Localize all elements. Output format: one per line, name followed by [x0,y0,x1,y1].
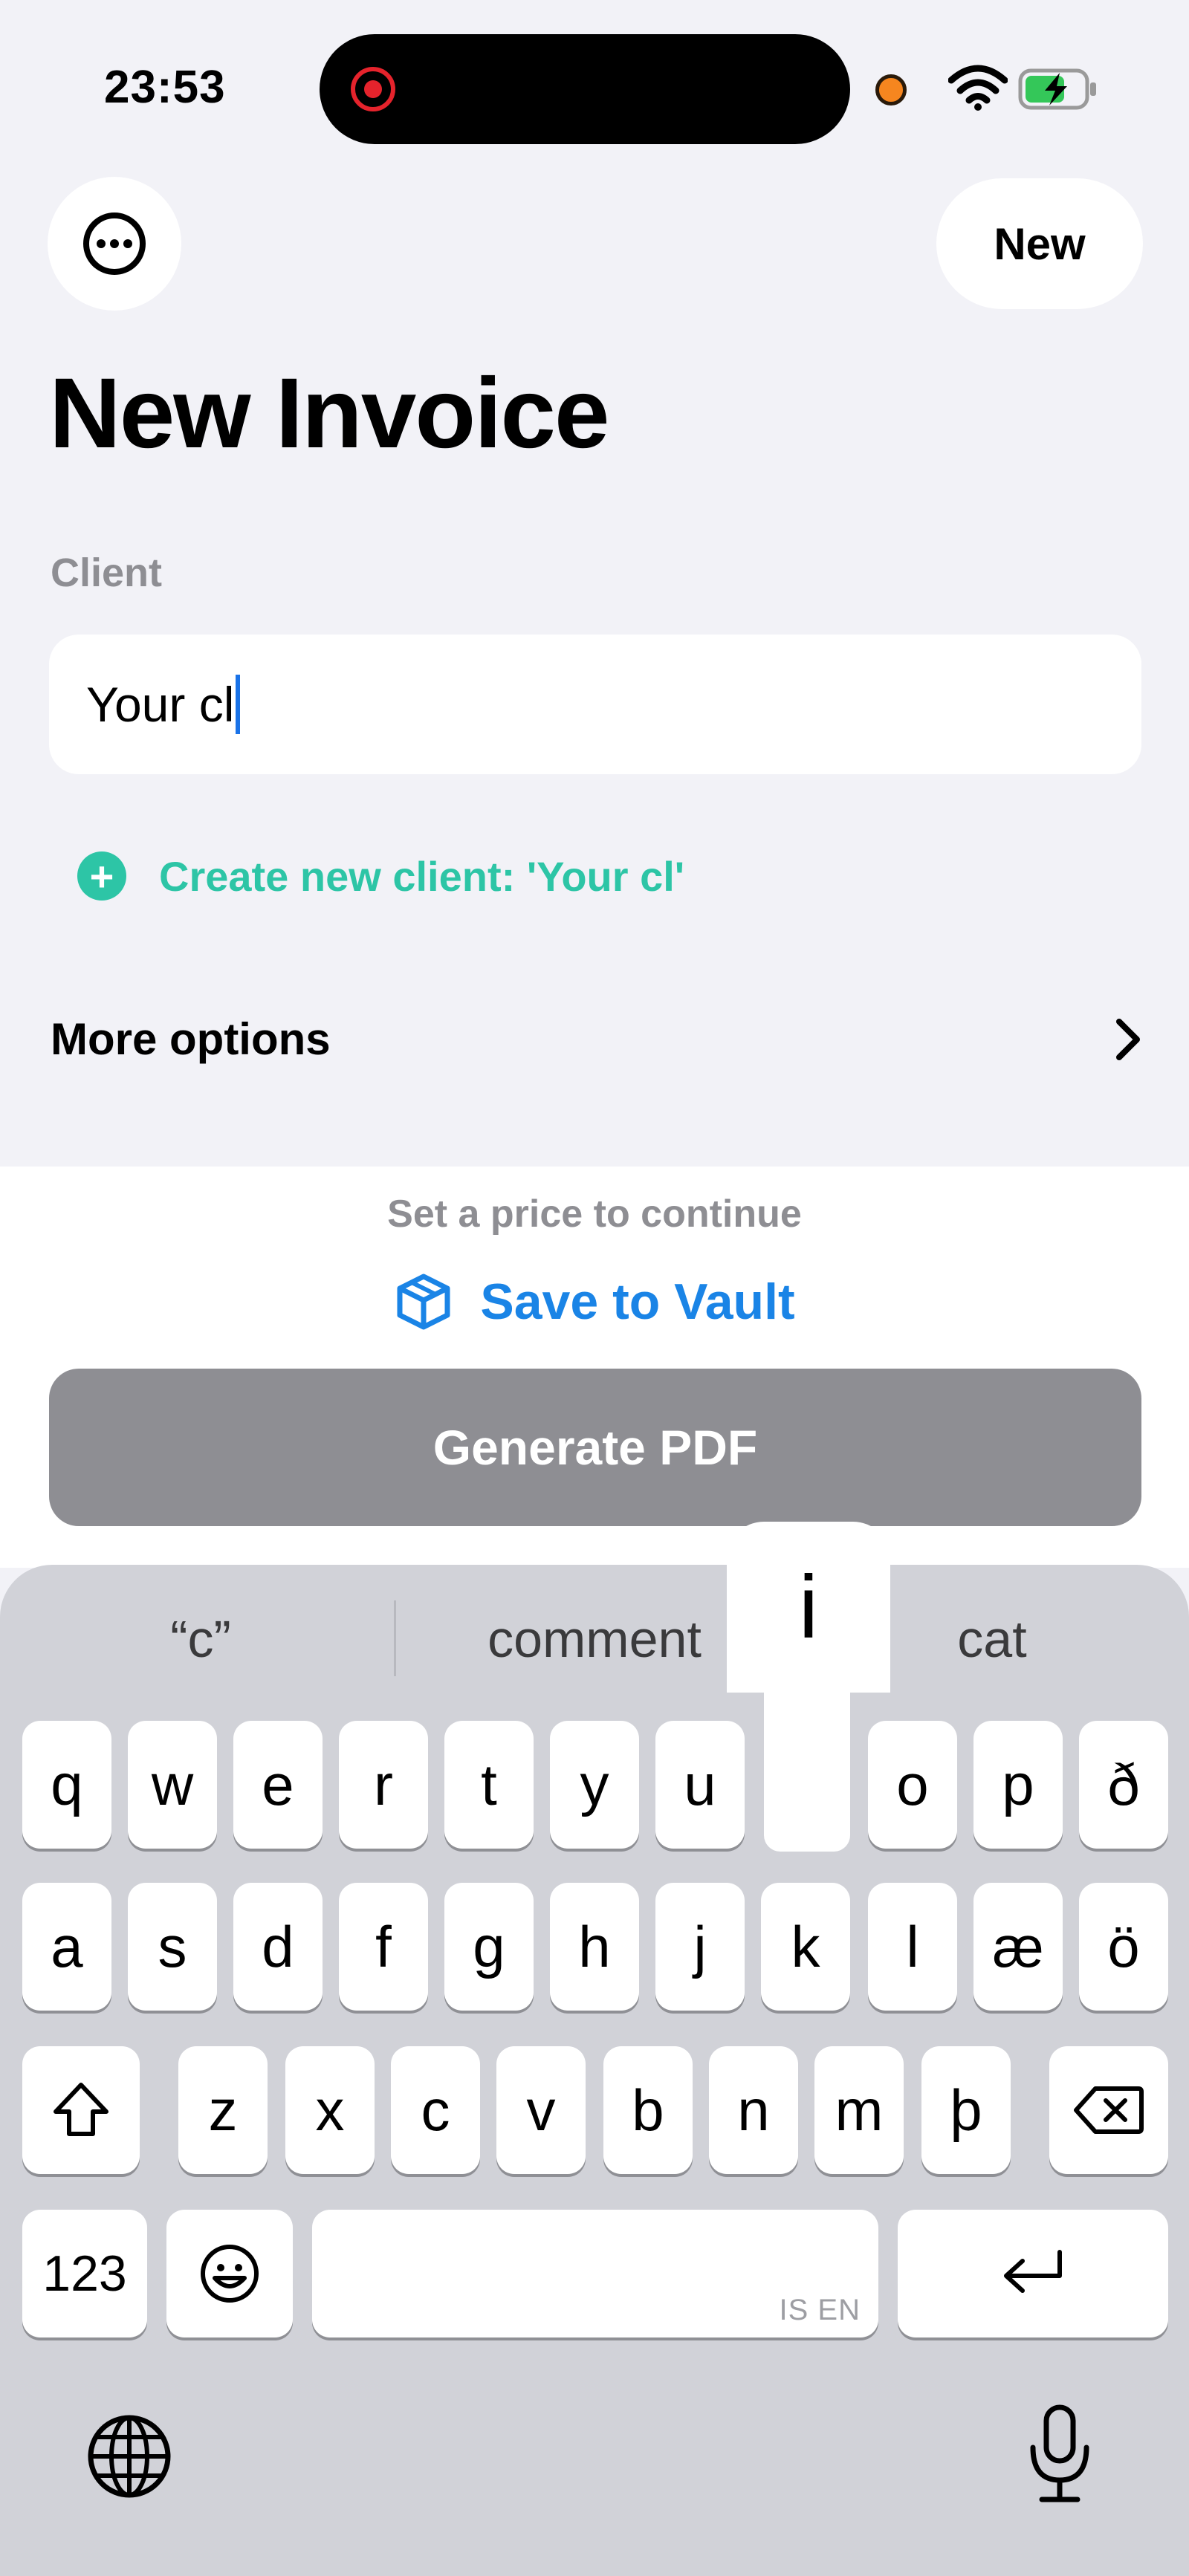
key-s[interactable]: s [128,1883,217,2011]
status-time: 23:53 [104,62,226,113]
key-v[interactable]: v [496,2046,586,2174]
chevron-right-icon [1116,1018,1140,1060]
suggestion-divider [394,1600,396,1676]
dynamic-island [320,34,850,144]
return-icon [1004,2250,1062,2293]
key-l[interactable]: l [868,1883,957,2011]
page-title: New Invoice [49,358,609,469]
key-w[interactable]: w [128,1721,217,1849]
key-i[interactable] [764,1687,850,1852]
key-j[interactable]: j [655,1883,745,2011]
create-client-option[interactable]: + Create new client: 'Your cl' [77,851,684,901]
key-m[interactable]: m [814,2046,904,2174]
key-y[interactable]: y [550,1721,639,1849]
key-f[interactable]: f [339,1883,428,2011]
backspace-icon [1074,2086,1144,2134]
save-to-vault-button[interactable]: Save to Vault [0,1272,1189,1331]
create-client-label: Create new client: 'Your cl' [159,852,685,900]
client-input[interactable]: Your cl [49,635,1141,774]
screen-recording-icon [351,67,395,111]
key-e[interactable]: e [233,1721,323,1849]
suggestion-3[interactable]: cat [899,1609,1085,1669]
key-t[interactable]: t [444,1721,534,1849]
microphone-icon[interactable] [1023,2403,1097,2507]
price-hint: Set a price to continue [387,1193,802,1236]
client-label: Client [51,551,163,595]
key-o[interactable]: o [868,1721,957,1849]
keyboard-language-label: IS EN [779,2294,861,2326]
key-n[interactable]: n [709,2046,798,2174]
emoji-icon [201,2245,259,2303]
space-key[interactable]: IS EN [312,2210,878,2337]
key-d[interactable]: d [233,1883,323,2011]
key-z[interactable]: z [178,2046,268,2174]
wifi-icon [948,65,1008,111]
microphone-indicator-icon [875,74,907,106]
save-to-vault-label: Save to Vault [480,1274,795,1330]
shift-key[interactable] [22,2046,140,2174]
cube-icon [397,1274,450,1330]
globe-icon[interactable] [85,2412,174,2501]
key-a[interactable]: a [22,1883,111,2011]
numbers-key[interactable]: 123 [22,2210,147,2337]
key-ae[interactable]: æ [973,1883,1063,2011]
ellipsis-circle-icon [83,212,146,275]
plus-circle-icon: + [77,851,126,901]
more-options-row[interactable]: More options [51,1013,1143,1065]
key-eth[interactable]: ð [1079,1721,1168,1849]
key-o-umlaut[interactable]: ö [1079,1883,1168,2011]
suggestion-2[interactable]: comment [446,1609,743,1669]
delete-key[interactable] [1049,2046,1168,2174]
more-options-label: More options [51,1014,331,1064]
key-i-popup: i [727,1522,890,1693]
key-u[interactable]: u [655,1721,745,1849]
key-p[interactable]: p [973,1721,1063,1849]
return-key[interactable] [898,2210,1168,2337]
text-caret [236,675,241,734]
key-g[interactable]: g [444,1883,534,2011]
new-button[interactable]: New [936,178,1143,309]
suggestion-1[interactable]: “c” [104,1609,297,1669]
emoji-key[interactable] [166,2210,293,2337]
shift-icon [54,2083,108,2136]
key-c[interactable]: c [391,2046,480,2174]
more-menu-button[interactable] [48,177,181,311]
key-q[interactable]: q [22,1721,111,1849]
generate-pdf-button[interactable]: Generate PDF [49,1369,1141,1526]
key-b[interactable]: b [603,2046,693,2174]
key-x[interactable]: x [285,2046,375,2174]
key-thorn[interactable]: þ [921,2046,1011,2174]
key-k[interactable]: k [761,1883,850,2011]
key-r[interactable]: r [339,1721,428,1849]
key-h[interactable]: h [550,1883,639,2011]
client-input-value: Your cl [86,677,235,732]
battery-charging-icon [1018,68,1096,110]
